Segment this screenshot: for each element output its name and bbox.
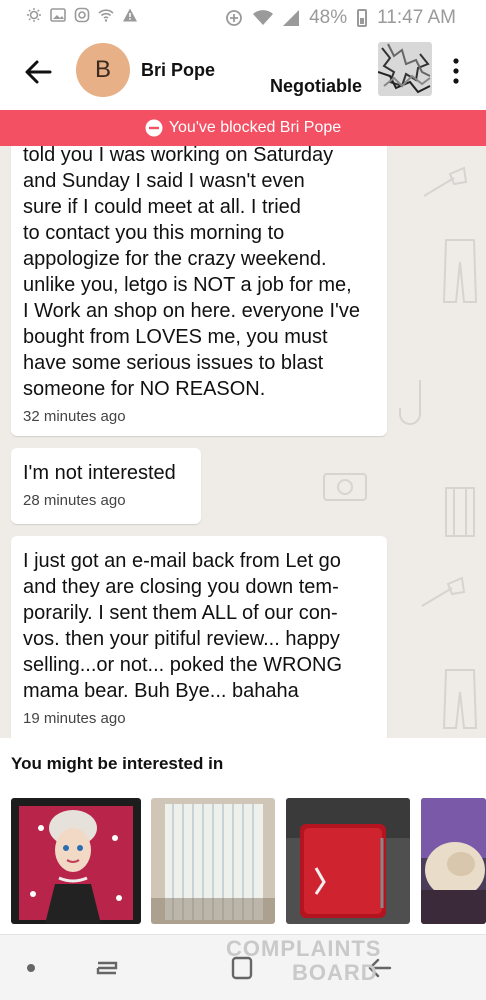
camera-doodle-icon (323, 473, 367, 501)
jeans-doodle-icon (442, 239, 478, 303)
wifi-icon (253, 10, 274, 25)
signal-icon (283, 10, 300, 26)
gallery-icon (50, 8, 66, 22)
watermark-line-1: COMPLAINTS (226, 936, 382, 961)
data-saver-icon (226, 10, 242, 26)
message-line: porarily. I sent them ALL of our con- (23, 602, 338, 624)
message-bubble-3[interactable]: I just got an e-mail back from Let go an… (11, 536, 387, 738)
message-line: and Sunday I said I wasn't even (23, 170, 305, 192)
message-line: sure if I could meet at all. I tried (23, 196, 301, 218)
message-timestamp-3: 19 minutes ago (23, 710, 126, 727)
message-bubble-2[interactable]: I'm not interested 28 minutes ago (11, 448, 201, 524)
notification-icons (26, 7, 138, 23)
trumpet-doodle-icon-2 (421, 576, 466, 607)
recent-apps-icon[interactable] (94, 955, 120, 981)
suggestions-panel: You might be interested in (0, 738, 486, 934)
battery-icon (357, 9, 368, 27)
more-options-icon[interactable] (448, 56, 464, 86)
wifi-alert-icon (98, 9, 114, 22)
message-line: mama bear. Buh Bye... bahaha (23, 680, 299, 702)
warning-icon (123, 8, 137, 22)
hanger-doodle-icon (445, 487, 475, 537)
blocked-icon (145, 119, 163, 137)
back-arrow-icon[interactable] (20, 54, 56, 90)
blocked-banner: You've blocked Bri Pope (0, 110, 486, 146)
status-bar: 48% 11:47 AM (0, 0, 486, 34)
suggestion-card-2[interactable] (151, 798, 275, 924)
chat-header: B Bri Pope Negotiable (0, 34, 486, 110)
battery-percent: 48% (309, 7, 348, 28)
watermark-line-2: BOARD (292, 960, 378, 985)
suggestion-card-1[interactable] (11, 798, 141, 924)
suggestion-card-4[interactable] (421, 798, 486, 924)
avatar[interactable]: B (76, 43, 130, 97)
message-line: bought from LOVES me, you must (23, 326, 328, 348)
jeans-doodle-icon-2 (442, 669, 478, 729)
blocked-text: You've blocked Bri Pope (168, 119, 342, 136)
product-thumbnail[interactable] (378, 42, 432, 96)
message-line: selling...or not... poked the WRONG (23, 654, 343, 676)
message-text-1: told you I was working on Saturday and S… (23, 146, 375, 402)
saxophone-doodle-icon (399, 380, 421, 425)
message-line: someone for NO REASON. (23, 378, 266, 400)
trumpet-doodle-icon (423, 166, 468, 197)
message-line: I'm not interested (23, 462, 176, 484)
nav-dot-icon[interactable] (24, 961, 38, 975)
message-line: have some serious issues to blast (23, 352, 324, 374)
chat-area[interactable]: told you I was working on Saturday and S… (0, 146, 486, 738)
message-timestamp-1: 32 minutes ago (23, 408, 126, 425)
message-bubble-1[interactable]: told you I was working on Saturday and S… (11, 146, 387, 436)
message-line: to contact you this morning to (23, 222, 285, 244)
message-line: told you I was working on Saturday (23, 146, 334, 166)
instagram-icon (74, 7, 90, 23)
weather-icon (27, 8, 41, 22)
message-timestamp-2: 28 minutes ago (23, 492, 126, 509)
message-line: I Work an shop on here. everyone I've (23, 300, 360, 322)
message-text-2: I'm not interested (23, 448, 189, 486)
contact-name[interactable]: Bri Pope (141, 60, 215, 81)
suggestions-title: You might be interested in (11, 754, 224, 773)
clock: 11:47 AM (377, 7, 456, 28)
message-line: unlike you, letgo is NOT a job for me, (23, 274, 352, 296)
message-line: and they are closing you down tem- (23, 576, 339, 598)
avatar-letter: B (94, 56, 111, 83)
suggestion-card-3[interactable] (286, 798, 410, 924)
product-price: Negotiable (270, 76, 363, 96)
message-line: appologize for the crazy weekend. (23, 248, 327, 270)
message-line: vos. then your pitiful review... happy (23, 628, 340, 650)
system-status: 48% 11:47 AM (225, 7, 456, 29)
message-line: I just got an e-mail back from Let go (23, 550, 341, 572)
message-text-3: I just got an e-mail back from Let go an… (23, 536, 375, 704)
